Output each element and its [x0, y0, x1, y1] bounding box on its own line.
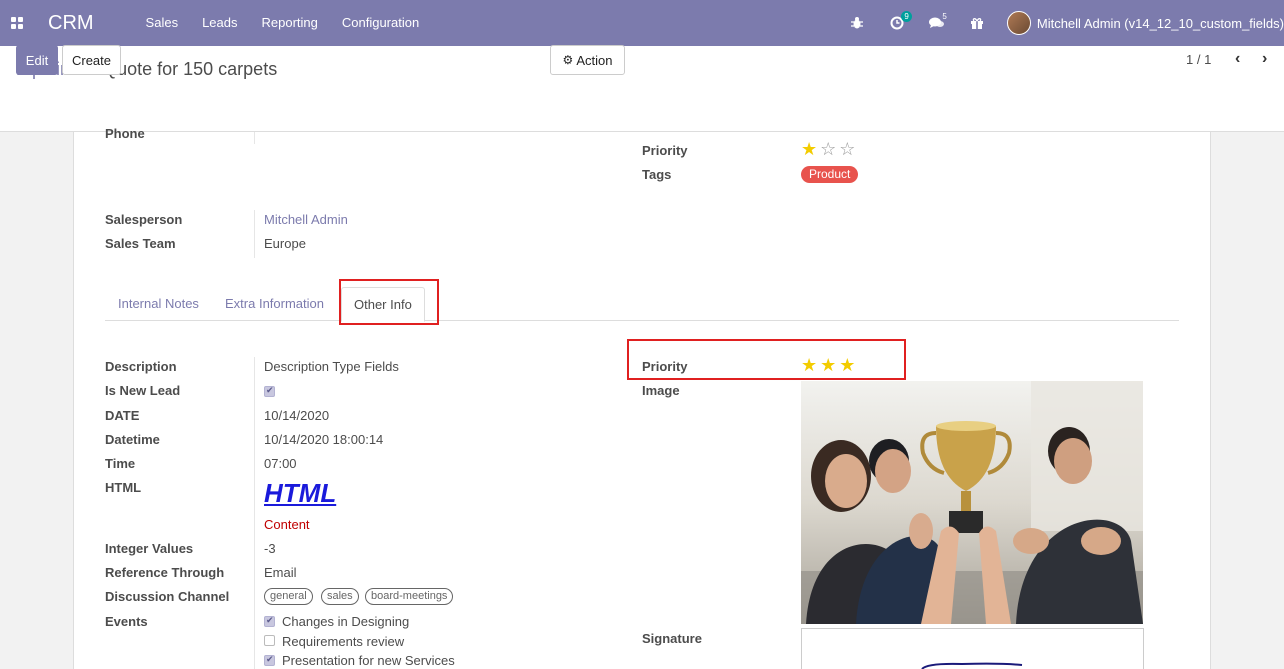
signature-label: Signature [642, 631, 702, 646]
image-label: Image [642, 383, 680, 398]
apps-menu-icon[interactable] [2, 0, 32, 46]
create-button[interactable]: Create [62, 45, 121, 75]
activity-clock-icon[interactable]: 9 [877, 0, 917, 46]
tags-label: Tags [642, 167, 672, 182]
is-new-lead-checkbox[interactable] [264, 385, 275, 397]
priority-label: Priority [642, 143, 688, 158]
chevron-left-icon[interactable]: ‹ [1235, 50, 1240, 68]
chevron-right-icon[interactable]: › [1262, 50, 1267, 68]
time-value: 07:00 [264, 456, 297, 471]
field-divider [254, 132, 255, 144]
action-button-label: Action [576, 52, 613, 68]
action-button[interactable]: ⚙ Action [550, 45, 625, 75]
channel-chip-sales[interactable]: sales [321, 588, 359, 605]
html-label: HTML [105, 480, 142, 495]
event-label: Presentation for new Services [282, 653, 455, 668]
menu-leads[interactable]: Leads [190, 0, 249, 46]
top-navbar: CRM Sales Leads Reporting Configuration … [0, 0, 1284, 46]
pager-value[interactable]: 1 / 1 [1186, 52, 1211, 67]
breadcrumb-current: Quote for 150 carpets [103, 59, 278, 79]
channel-chip-general[interactable]: general [264, 588, 313, 605]
discussion-channel-label: Discussion Channel [105, 589, 230, 604]
phone-label: Phone [105, 126, 145, 141]
salesperson-label: Salesperson [105, 212, 183, 227]
integer-values-label: Integer Values [105, 541, 194, 556]
menu-sales[interactable]: Sales [134, 0, 191, 46]
control-panel: Pipeline / Quote for 150 carpets [0, 46, 1284, 132]
channel-chip-board-meetings[interactable]: board-meetings [365, 588, 454, 605]
tab-internal-notes[interactable]: Internal Notes [106, 287, 211, 321]
highlight-box-tab [339, 279, 439, 325]
menu-reporting[interactable]: Reporting [250, 0, 330, 46]
tag-product[interactable]: Product [801, 166, 859, 183]
date-value: 10/14/2020 [264, 408, 330, 423]
gear-icon: ⚙ [562, 53, 574, 67]
edit-button[interactable]: Edit [16, 45, 58, 75]
app-brand[interactable]: CRM [48, 12, 94, 35]
menu-configuration[interactable]: Configuration [330, 0, 431, 46]
field-divider [254, 357, 255, 669]
datetime-value: 10/14/2020 18:00:14 [264, 432, 384, 447]
field-divider [254, 210, 255, 258]
user-avatar [1006, 11, 1031, 35]
reference-through-label: Reference Through [105, 565, 225, 580]
user-menu[interactable]: Mitchell Admin (v14_12_10_custom_fields) [1006, 11, 1284, 35]
sales-team-label: Sales Team [105, 236, 176, 251]
signature-field[interactable] [801, 628, 1144, 669]
star-filled-icon[interactable]: ★ [801, 140, 817, 158]
html-content-text: Content [264, 517, 310, 532]
integer-values-value: -3 [264, 541, 276, 556]
event-checkbox[interactable] [264, 635, 275, 646]
image-field[interactable] [801, 381, 1143, 624]
tab-extra-information[interactable]: Extra Information [213, 287, 336, 321]
time-label: Time [105, 456, 136, 471]
is-new-lead-label: Is New Lead [105, 383, 181, 398]
systray: 9 5 Mitchell Admin (v14_12_10_custom_fie… [837, 0, 1284, 46]
event-label: Changes in Designing [282, 614, 410, 629]
html-heading-link[interactable]: HTML [264, 478, 336, 509]
salesperson-value[interactable]: Mitchell Admin [264, 212, 348, 227]
priority-stars-top[interactable]: ★ ☆ ☆ [801, 140, 855, 158]
datetime-label: Datetime [105, 432, 160, 447]
user-name: Mitchell Admin (v14_12_10_custom_fields) [1036, 15, 1284, 31]
date-label: DATE [105, 408, 140, 423]
event-checkbox[interactable] [264, 615, 275, 627]
event-label: Requirements review [282, 634, 405, 649]
star-empty-icon[interactable]: ☆ [820, 140, 836, 158]
main-menu: Sales Leads Reporting Configuration [134, 0, 432, 46]
notebook-tabs: Internal Notes Extra Information Other I… [105, 287, 1179, 322]
trophy-photo-image [801, 381, 1143, 624]
debug-bug-icon[interactable] [837, 0, 877, 46]
description-value: Description Type Fields [264, 359, 399, 374]
gift-icon[interactable] [957, 0, 997, 46]
events-label: Events [105, 614, 148, 629]
activity-count-badge: 9 [901, 11, 912, 22]
sales-team-value: Europe [264, 236, 306, 251]
messages-chat-icon[interactable]: 5 [917, 0, 957, 46]
event-checkbox[interactable] [264, 654, 275, 666]
description-label: Description [105, 359, 177, 374]
highlight-box-priority [627, 339, 906, 380]
reference-through-value: Email [264, 565, 297, 580]
signature-drawing [921, 662, 1023, 669]
message-count-badge: 5 [942, 12, 947, 21]
star-empty-icon[interactable]: ☆ [839, 140, 855, 158]
